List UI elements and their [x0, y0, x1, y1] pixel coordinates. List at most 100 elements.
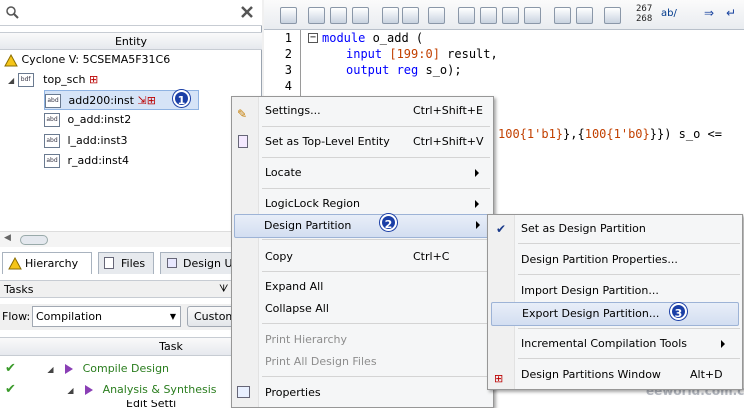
fold-toggle-icon[interactable]: − — [308, 33, 318, 43]
menu-label: Design Partition Properties... — [521, 253, 678, 266]
task-column-header[interactable]: Task — [0, 337, 262, 356]
outdent-icon[interactable] — [402, 7, 419, 24]
scrollbar-thumb[interactable] — [20, 235, 48, 245]
menu-item-set-top-level[interactable]: Set as Top-Level Entity Ctrl+Shift+V — [232, 131, 493, 153]
code-line-3: output reg s_o); — [346, 63, 462, 77]
menu-label: Design Partition — [264, 219, 352, 232]
menu-item-settings[interactable]: ✎ Settings... Ctrl+Shift+E — [232, 100, 493, 122]
top-entity-row[interactable]: ◢ bdf top_sch ⊞ — [8, 70, 258, 90]
menu-label: Print Hierarchy — [265, 333, 347, 346]
task-row-edit[interactable]: Edit Setti — [100, 400, 176, 408]
code-line-5-fragment: 100{1'b1}},{100{1'b0}}}) s_o <= — [498, 127, 722, 141]
check-syntax-icon[interactable] — [604, 7, 621, 24]
collapse-arrow-icon[interactable]: ◢ — [67, 386, 73, 395]
menu-item-collapse-all[interactable]: Collapse All — [232, 298, 493, 320]
hierarchy-icon: ⊞ — [88, 73, 99, 86]
menu-label: Export Design Partition... — [522, 307, 660, 320]
code-text: o_add ( — [365, 31, 424, 45]
bookmark-icon[interactable] — [428, 7, 445, 24]
checkmark-icon: ✔ — [496, 222, 507, 236]
warning-icon — [8, 257, 22, 270]
bookmark-prev-icon[interactable] — [480, 7, 497, 24]
tasks-title: Tasks — [4, 283, 34, 296]
design-partition-submenu: ✔ Set as Design Partition Design Partiti… — [487, 214, 743, 390]
menu-item-import-partition[interactable]: Import Design Partition... — [488, 280, 742, 302]
menu-separator — [262, 157, 490, 158]
scroll-left-icon[interactable]: ◀ — [4, 233, 11, 243]
menu-separator — [262, 271, 490, 272]
entity-column-header[interactable]: Entity — [0, 32, 262, 50]
menu-item-print-hierarchy[interactable]: Print Hierarchy — [232, 329, 493, 351]
brackets-icon[interactable] — [352, 7, 369, 24]
find-replace-icon[interactable] — [330, 7, 347, 24]
menu-item-export-partition[interactable]: Export Design Partition... — [491, 302, 739, 326]
chevron-down-icon: ▼ — [169, 312, 176, 321]
menu-label: Incremental Compilation Tools — [521, 337, 687, 350]
collapse-arrow-icon[interactable]: ◢ — [47, 365, 53, 374]
flow-bar: Flow: Compilation ▼ Custom — [0, 304, 267, 330]
menu-item-design-partition[interactable]: Design Partition — [234, 214, 493, 238]
top-entity-name: top_sch — [43, 73, 86, 86]
flow-select[interactable]: Compilation ▼ — [32, 306, 181, 327]
indent-icon[interactable] — [382, 7, 399, 24]
tab-label: Files — [121, 257, 146, 270]
bdf-file-icon: bdf — [17, 73, 34, 87]
ab-wrap-button[interactable]: ab/ — [661, 8, 677, 19]
play-icon[interactable] — [85, 385, 94, 395]
menu-shortcut: Ctrl+Shift+V — [413, 135, 484, 148]
tab-hierarchy[interactable]: Hierarchy — [2, 252, 92, 274]
bookmark-clear-icon[interactable] — [502, 7, 519, 24]
submenu-arrow-icon — [475, 169, 479, 177]
menu-label: Design Partitions Window — [521, 368, 661, 381]
collapse-arrow-icon[interactable]: ◢ — [8, 76, 14, 85]
arrow-right-icon[interactable]: ⇒ — [704, 6, 714, 20]
menu-item-partition-properties[interactable]: Design Partition Properties... — [488, 249, 742, 271]
search-bar[interactable] — [0, 0, 262, 26]
menu-label: Copy — [265, 250, 293, 263]
instance-name: l_add:inst3 — [67, 134, 128, 147]
wrap-icon[interactable]: ↵ — [726, 6, 736, 20]
submenu-arrow-icon — [475, 200, 479, 208]
menu-shortcut: Ctrl+Shift+E — [413, 104, 483, 117]
abd-file-icon: abd — [45, 94, 61, 108]
menu-item-properties[interactable]: Properties — [232, 382, 493, 404]
hierarchy-icon — [238, 135, 248, 148]
bookmark-delete-icon[interactable] — [524, 7, 541, 24]
menu-item-expand-all[interactable]: Expand All — [232, 276, 493, 298]
find-icon[interactable] — [308, 7, 325, 24]
code-text: s_o); — [418, 63, 462, 77]
tab-files[interactable]: Files — [98, 252, 154, 274]
toolbar-button-1[interactable] — [280, 7, 297, 24]
menu-item-locate[interactable]: Locate — [232, 162, 493, 184]
instance-row-l_add[interactable]: abd l_add:inst3 — [44, 131, 128, 151]
scroll-icon[interactable] — [576, 7, 593, 24]
check-icon: ✔ — [5, 361, 16, 376]
bookmark-next-icon[interactable] — [458, 7, 475, 24]
menu-shortcut: Ctrl+C — [413, 250, 450, 263]
warning-device-icon — [4, 53, 18, 66]
menu-separator — [262, 323, 490, 324]
device-row[interactable]: Cyclone V: 5CSEMA5F31C6 — [4, 50, 260, 70]
tab-label: Design U — [183, 257, 233, 270]
line-counter[interactable]: 267 268 — [636, 4, 652, 24]
step-badge-2: 2 — [380, 214, 397, 231]
instance-row-o_add[interactable]: abd o_add:inst2 — [44, 110, 131, 130]
task-row-compile[interactable]: ✔ ◢ Compile Design — [0, 359, 262, 379]
menu-item-set-as-design-partition[interactable]: ✔ Set as Design Partition — [488, 218, 742, 240]
menu-item-copy[interactable]: Copy Ctrl+C — [232, 246, 493, 268]
menu-item-print-all-files[interactable]: Print All Design Files — [232, 351, 493, 373]
menu-label: Expand All — [265, 280, 324, 293]
horizontal-scrollbar[interactable]: ◀ — [0, 231, 262, 247]
instance-row-r_add[interactable]: abd r_add:inst4 — [44, 151, 129, 171]
menu-item-partitions-window[interactable]: ⊞ Design Partitions Window Alt+D — [488, 364, 742, 386]
menu-item-logiclock[interactable]: LogicLock Region — [232, 193, 493, 215]
attach-icon[interactable] — [554, 7, 571, 24]
play-icon[interactable] — [65, 364, 74, 374]
pin-icon[interactable]: ᗐ — [219, 281, 228, 298]
menu-item-incremental-tools[interactable]: Incremental Compilation Tools — [488, 333, 742, 355]
instance-name: o_add:inst2 — [67, 113, 132, 126]
pencil-icon: ✎ — [237, 107, 248, 121]
close-icon[interactable] — [240, 5, 254, 19]
task-row-analysis[interactable]: ✔ ◢ Analysis & Synthesis — [0, 380, 262, 400]
step-badge-3: 3 — [670, 303, 687, 320]
